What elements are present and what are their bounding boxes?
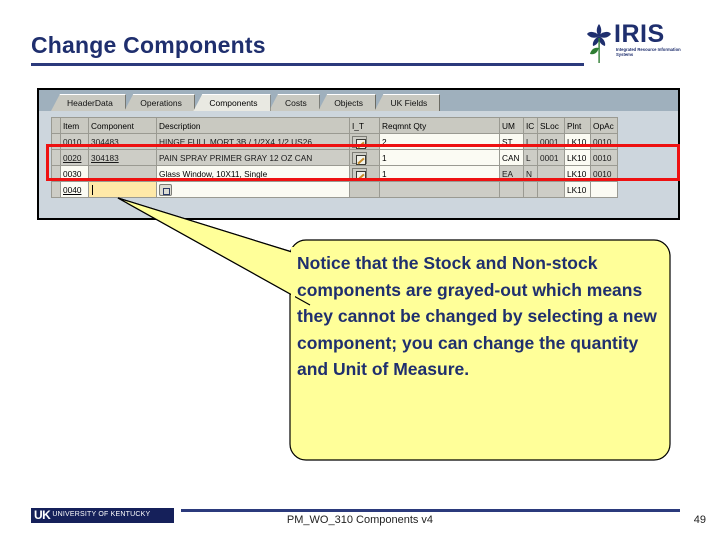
cell-sloc: 0001 xyxy=(537,149,565,166)
tab-uk-fields[interactable]: UK Fields xyxy=(374,94,441,111)
components-table: Item Component Description I_T Reqmnt Qt… xyxy=(51,117,618,198)
cell-ic: L xyxy=(523,149,538,166)
callout-text: Notice that the Stock and Non-stock comp… xyxy=(297,253,657,380)
pencil-icon[interactable] xyxy=(352,168,367,181)
row-selector[interactable] xyxy=(51,181,61,198)
text-caret xyxy=(92,185,93,196)
cell-um[interactable]: ST xyxy=(499,133,524,150)
col-header-reqmnt-qty[interactable]: Reqmnt Qty xyxy=(379,117,500,134)
cell-ic: L xyxy=(523,133,538,150)
tab-operations[interactable]: Operations xyxy=(124,94,195,111)
cell-opac: 0010 xyxy=(590,149,618,166)
col-header-opac[interactable]: OpAc xyxy=(590,117,618,134)
iris-logo: IRIS Integrated Resource Information Sys… xyxy=(586,22,686,68)
tab-objects[interactable]: Objects xyxy=(318,94,377,111)
cell-plnt[interactable]: LK10 xyxy=(564,133,591,150)
tab-components[interactable]: Components xyxy=(193,94,271,111)
cell-item: 0010 xyxy=(60,133,89,150)
sap-tabstrip: HeaderData Operations Components Costs O… xyxy=(39,90,678,111)
col-header-um[interactable]: UM xyxy=(499,117,524,134)
cell-reqmnt-qty[interactable]: 1 xyxy=(379,165,500,182)
page-title: Change Components xyxy=(31,32,266,58)
tab-costs[interactable]: Costs xyxy=(269,94,320,111)
slide-canvas: Change Components IRIS Integrated Resour… xyxy=(0,0,720,540)
col-header-sloc[interactable]: SLoc xyxy=(537,117,565,134)
cell-description[interactable]: Glass Window, 10X11, Single xyxy=(156,165,350,182)
cell-ic: N xyxy=(523,165,538,182)
cell-opac: 0010 xyxy=(590,165,618,182)
cell-component: 304483 xyxy=(88,133,157,150)
footer-divider xyxy=(181,509,680,512)
table-row[interactable]: 0020 304183 PAIN SPRAY PRIMER GRAY 12 OZ… xyxy=(51,149,618,166)
table-header-row: Item Component Description I_T Reqmnt Qt… xyxy=(51,117,618,134)
cell-item-type-button[interactable] xyxy=(349,165,380,182)
cell-plnt[interactable]: LK10 xyxy=(564,165,591,182)
row-selector[interactable] xyxy=(51,133,61,150)
cell-sloc xyxy=(537,165,565,182)
cell-item-type-button[interactable] xyxy=(349,149,380,166)
pencil-icon[interactable] xyxy=(352,152,367,165)
cell-plnt[interactable]: LK10 xyxy=(564,149,591,166)
title-divider xyxy=(31,63,584,66)
cell-description: PAIN SPRAY PRIMER GRAY 12 OZ CAN xyxy=(156,149,350,166)
row-selector[interactable] xyxy=(51,165,61,182)
tab-headerdata[interactable]: HeaderData xyxy=(51,94,126,111)
cell-um[interactable]: CAN xyxy=(499,149,524,166)
row-selector[interactable] xyxy=(51,149,61,166)
cell-item: 0040 xyxy=(60,181,89,198)
col-header-it[interactable]: I_T xyxy=(349,117,380,134)
cell-um: EA xyxy=(499,165,524,182)
col-header-item[interactable]: Item xyxy=(60,117,89,134)
cell-component: 304183 xyxy=(88,149,157,166)
cell-item: 0020 xyxy=(60,149,89,166)
col-header-ic[interactable]: IC xyxy=(523,117,538,134)
page-number: 49 xyxy=(693,514,706,526)
cell-reqmnt-qty[interactable]: 1 xyxy=(379,149,500,166)
col-header-component[interactable]: Component xyxy=(88,117,157,134)
col-header-description[interactable]: Description xyxy=(156,117,350,134)
cell-item: 0030 xyxy=(60,165,89,182)
cell-component xyxy=(88,165,157,182)
cell-reqmnt-qty[interactable]: 2 xyxy=(379,133,500,150)
cell-description: HINGE FULL MORT 3B / 1/2X4 1/2 US26.. xyxy=(156,133,350,150)
cell-opac: 0010 xyxy=(590,133,618,150)
iris-wordmark: IRIS xyxy=(614,20,665,48)
pencil-icon[interactable] xyxy=(352,136,367,149)
cell-item-type-button[interactable] xyxy=(349,133,380,150)
iris-flower-icon xyxy=(587,24,611,63)
footer-caption: PM_WO_310 Components v4 xyxy=(286,514,434,526)
cell-sloc: 0001 xyxy=(537,133,565,150)
table-row[interactable]: 0030 Glass Window, 10X11, Single 1 EA N … xyxy=(51,165,618,182)
iris-tagline: Integrated Resource Information Systems xyxy=(616,47,681,58)
col-header-plnt[interactable]: Plnt xyxy=(564,117,591,134)
col-select-all[interactable] xyxy=(51,117,61,134)
table-row[interactable]: 0010 304483 HINGE FULL MORT 3B / 1/2X4 1… xyxy=(51,133,618,150)
